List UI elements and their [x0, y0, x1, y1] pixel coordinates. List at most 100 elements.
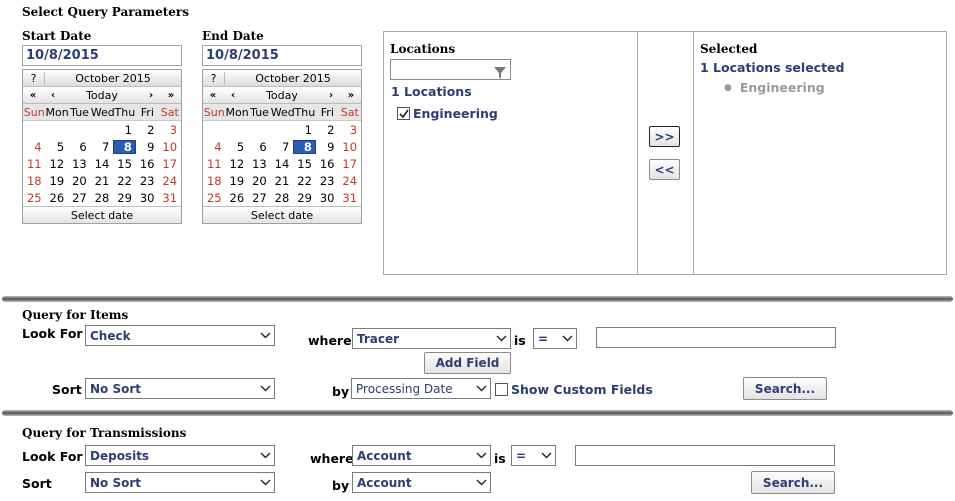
calendar-day[interactable]: 30 — [136, 191, 159, 205]
items-operator-select[interactable]: = — [533, 328, 577, 349]
calendar-day[interactable]: 3 — [338, 123, 361, 137]
calendar-day[interactable]: 18 — [203, 174, 226, 188]
calendar-day[interactable]: 14 — [271, 157, 294, 171]
calendar-day[interactable]: 31 — [338, 191, 361, 205]
locations-filter-input[interactable] — [390, 59, 511, 80]
calendar-day[interactable]: 15 — [113, 157, 136, 171]
calendar-day-selected[interactable]: 8 — [293, 139, 316, 154]
calendar-day[interactable]: 17 — [338, 157, 361, 171]
next-year-button[interactable]: » — [161, 90, 181, 101]
calendar-day[interactable]: 9 — [136, 140, 159, 154]
calendar-day[interactable]: 20 — [248, 174, 271, 188]
checkbox-unchecked[interactable] — [495, 383, 508, 396]
calendar-day[interactable]: 5 — [226, 140, 249, 154]
calendar-day[interactable]: 21 — [91, 174, 114, 188]
calendar-day[interactable]: 17 — [158, 157, 181, 171]
items-search-button[interactable]: Search... — [743, 377, 827, 400]
calendar-day[interactable]: 24 — [158, 174, 181, 188]
calendar-day[interactable]: 2 — [136, 123, 159, 137]
calendar-day[interactable]: 4 — [203, 140, 226, 154]
trans-by-select[interactable]: Account — [352, 472, 491, 493]
calendar-day[interactable]: 18 — [23, 174, 46, 188]
trans-criteria-input[interactable] — [575, 445, 835, 466]
calendar-day[interactable]: 20 — [68, 174, 91, 188]
calendar-day[interactable]: 25 — [23, 191, 46, 205]
trans-where-select[interactable]: Account — [352, 445, 491, 466]
filter-icon[interactable] — [494, 64, 506, 83]
trans-sort-select[interactable]: No Sort — [85, 472, 275, 493]
end-date-input[interactable]: 10/8/2015 — [202, 45, 362, 66]
calendar-day[interactable]: 21 — [271, 174, 294, 188]
calendar-day[interactable]: 29 — [113, 191, 136, 205]
prev-year-button[interactable]: « — [23, 90, 43, 101]
calendar-day[interactable]: 10 — [338, 140, 361, 154]
calendar-day[interactable]: 27 — [248, 191, 271, 205]
prev-month-button[interactable]: ‹ — [43, 90, 63, 101]
calendar-day[interactable]: 23 — [136, 174, 159, 188]
calendar-day[interactable]: 10 — [158, 140, 181, 154]
checkbox-checked[interactable] — [397, 107, 410, 120]
calendar-day[interactable]: 6 — [248, 140, 271, 154]
show-custom-fields[interactable]: Show Custom Fields — [495, 382, 653, 397]
calendar-day[interactable]: 5 — [46, 140, 69, 154]
today-button[interactable]: Today — [243, 89, 321, 102]
next-month-button[interactable]: › — [141, 90, 161, 101]
calendar-day[interactable]: 31 — [158, 191, 181, 205]
calendar-day[interactable]: 23 — [316, 174, 339, 188]
calendar-day[interactable]: 6 — [68, 140, 91, 154]
calendar-day[interactable]: 26 — [46, 191, 69, 205]
location-item-engineering[interactable]: Engineering — [397, 106, 498, 121]
calendar-day[interactable]: 24 — [338, 174, 361, 188]
calendar-day[interactable]: 22 — [113, 174, 136, 188]
items-by-select[interactable]: Processing Date — [351, 378, 491, 399]
start-date-input[interactable]: 10/8/2015 — [22, 45, 182, 66]
today-button[interactable]: Today — [63, 89, 141, 102]
items-criteria-input[interactable] — [596, 327, 836, 348]
items-where-value: Tracer — [357, 331, 400, 346]
calendar-help-button[interactable]: ? — [203, 71, 225, 85]
calendar-day[interactable]: 30 — [316, 191, 339, 205]
prev-month-button[interactable]: ‹ — [223, 90, 243, 101]
add-field-button[interactable]: Add Field — [424, 352, 511, 374]
calendar-day[interactable]: 12 — [46, 157, 69, 171]
calendar-day[interactable]: 12 — [226, 157, 249, 171]
next-month-button[interactable]: › — [321, 90, 341, 101]
calendar-day[interactable]: 27 — [68, 191, 91, 205]
calendar-day[interactable]: 14 — [91, 157, 114, 171]
add-location-button[interactable]: >> — [649, 126, 680, 147]
calendar-day[interactable]: 25 — [203, 191, 226, 205]
calendar-day[interactable]: 9 — [316, 140, 339, 154]
items-sort-select[interactable]: No Sort — [85, 378, 275, 399]
calendar-day[interactable]: 7 — [91, 140, 114, 154]
items-look-for-select[interactable]: Check — [85, 325, 275, 346]
calendar-day[interactable]: 2 — [316, 123, 339, 137]
calendar-day[interactable]: 13 — [248, 157, 271, 171]
prev-year-button[interactable]: « — [203, 90, 223, 101]
calendar-day[interactable]: 4 — [23, 140, 46, 154]
calendar-day[interactable]: 29 — [293, 191, 316, 205]
calendar-day[interactable]: 19 — [226, 174, 249, 188]
calendar-day[interactable]: 15 — [293, 157, 316, 171]
trans-search-button[interactable]: Search... — [751, 471, 835, 494]
calendar-day[interactable]: 22 — [293, 174, 316, 188]
calendar-day[interactable]: 16 — [136, 157, 159, 171]
calendar-day[interactable]: 3 — [158, 123, 181, 137]
trans-look-for-select[interactable]: Deposits — [85, 445, 275, 466]
calendar-day[interactable]: 1 — [113, 123, 136, 137]
calendar-day[interactable]: 11 — [23, 157, 46, 171]
calendar-day[interactable]: 28 — [91, 191, 114, 205]
calendar-day[interactable]: 28 — [271, 191, 294, 205]
calendar-day[interactable]: 13 — [68, 157, 91, 171]
remove-location-button[interactable]: << — [649, 159, 680, 180]
calendar-day[interactable]: 7 — [271, 140, 294, 154]
items-where-select[interactable]: Tracer — [352, 328, 511, 349]
calendar-day[interactable]: 1 — [293, 123, 316, 137]
calendar-day[interactable]: 26 — [226, 191, 249, 205]
calendar-day[interactable]: 16 — [316, 157, 339, 171]
calendar-help-button[interactable]: ? — [23, 71, 45, 85]
calendar-day-selected[interactable]: 8 — [113, 139, 136, 154]
calendar-day[interactable]: 19 — [46, 174, 69, 188]
trans-operator-select[interactable]: = — [511, 445, 556, 466]
next-year-button[interactable]: » — [341, 90, 361, 101]
calendar-day[interactable]: 11 — [203, 157, 226, 171]
